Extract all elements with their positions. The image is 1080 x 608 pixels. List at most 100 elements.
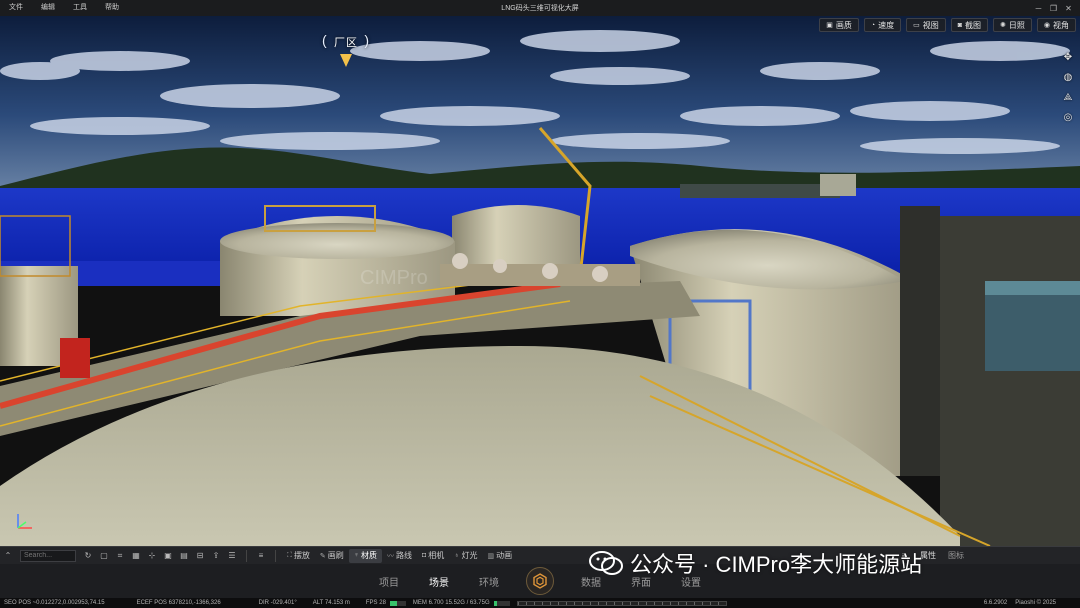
memory-meter	[493, 600, 510, 606]
seo-position: SEO POS ~0.012272,0.002953,74.15	[4, 600, 105, 606]
cube-logo-icon	[533, 573, 547, 589]
svg-text:CIMPro: CIMPro	[360, 267, 428, 289]
version-label: 6.6.2902	[983, 600, 1008, 606]
camera-angle-button[interactable]: ◉ 视角	[1036, 18, 1076, 32]
tab-animation[interactable]: ▥ 动画	[483, 549, 518, 563]
divider	[246, 549, 247, 562]
zone-label[interactable]: 厂区	[322, 32, 370, 50]
camera-angle-label: 视角	[1053, 20, 1069, 30]
tab-place-label: 摆放	[293, 551, 310, 560]
screenshot-label: 截图	[965, 20, 982, 30]
ecef-position: ECEF POS 6378210,-1366,326	[136, 600, 221, 606]
window-title: LNG码头三维可视化大屏	[501, 5, 579, 12]
animation-icon: ▥	[487, 552, 495, 560]
menu-help[interactable]: 帮助	[96, 0, 128, 16]
navigation-tools: ✥ ◍ ⟁ ◎	[1061, 50, 1075, 124]
view-label: 视图	[922, 20, 939, 30]
frame-icon[interactable]: ▣	[160, 547, 176, 565]
quality-button[interactable]: ▣ 画质	[819, 18, 859, 32]
speed-button[interactable]: ◔ 速度	[863, 18, 902, 32]
tab-route-label: 路线	[396, 551, 413, 560]
focus-icon[interactable]: ⌗	[112, 547, 128, 565]
snap-icon[interactable]: ⊹	[144, 547, 160, 565]
collapse-icon[interactable]: ⌃	[0, 547, 16, 565]
tab-light[interactable]: ♁ 灯光	[449, 549, 482, 563]
screenshot-icon: ◙	[957, 21, 963, 29]
timeline-scrubber[interactable]	[516, 600, 727, 606]
tab-brush[interactable]: ✎ 画刷	[315, 549, 349, 563]
export-icon[interactable]: ⇪	[208, 547, 224, 565]
pan-icon[interactable]: ⟁	[1061, 90, 1075, 104]
axis-gizmo-icon	[17, 514, 32, 529]
bottom-navigation: 项目 场景 环境 数据 界面 设置	[0, 564, 1080, 598]
speed-label: 速度	[878, 20, 895, 30]
material-icon: ♆	[353, 552, 360, 559]
status-bar: SEO POS ~0.012272,0.002953,74.15 ECEF PO…	[0, 598, 1080, 608]
align-icon[interactable]: ⊟	[192, 547, 208, 565]
close-icon[interactable]: ✕	[1061, 0, 1076, 16]
panel-menu-icon[interactable]: ≡	[896, 547, 912, 565]
menu-icon[interactable]: ≡	[253, 547, 269, 565]
window-controls: ─ ❐ ✕	[1031, 0, 1076, 16]
view-toolbar: ▣ 画质 ◔ 速度 ▭ 视图 ◙ 截图 ✺ 日照 ◉ 视角	[819, 18, 1076, 32]
location-pin-icon[interactable]	[340, 54, 352, 67]
tab-material[interactable]: ♆ 材质	[348, 548, 383, 563]
memory-meter-fill	[493, 600, 498, 606]
tab-camera[interactable]: ◘ 相机	[417, 549, 449, 563]
image-icon: ▣	[826, 22, 833, 29]
refresh-icon[interactable]: ↻	[80, 547, 96, 565]
eye-icon: ◉	[1043, 22, 1050, 29]
speed-icon: ◔	[870, 21, 876, 29]
grid-icon[interactable]: ▦	[128, 547, 144, 565]
camera-icon: ◘	[422, 552, 427, 559]
sunlight-label: 日照	[1008, 20, 1025, 30]
fps-readout: FPS 28	[365, 600, 386, 606]
nav-project[interactable]: 项目	[364, 574, 414, 589]
direction-readout: DIR -029.401°	[258, 600, 297, 606]
select-icon[interactable]: ▢	[96, 547, 112, 565]
nav-environment[interactable]: 环境	[464, 574, 514, 589]
menu-tools[interactable]: 工具	[64, 0, 96, 16]
fps-meter-fill	[389, 600, 398, 606]
panel-tabs: ≡ 属性 图标	[896, 547, 968, 565]
scene-render: CIMPro	[0, 16, 1080, 546]
move-icon[interactable]: ✥	[1061, 50, 1075, 64]
view-button[interactable]: ▭ 视图	[906, 18, 946, 32]
menu-bar: 文件 编辑 工具 帮助 LNG码头三维可视化大屏 ─ ❐ ✕	[0, 0, 1080, 16]
home-button[interactable]	[526, 567, 554, 595]
tab-brush-label: 画刷	[327, 551, 344, 560]
nav-settings[interactable]: 设置	[666, 574, 716, 589]
tab-place[interactable]: ⛶ 摆放	[282, 549, 315, 563]
memory-readout: MEM 6.700 15.52G / 63.75G	[412, 600, 490, 606]
nav-data[interactable]: 数据	[566, 574, 616, 589]
tab-animation-label: 动画	[496, 551, 513, 560]
tab-light-label: 灯光	[461, 551, 478, 560]
restore-icon[interactable]: ❐	[1046, 0, 1061, 16]
quality-label: 画质	[835, 20, 852, 30]
menu-file[interactable]: 文件	[0, 0, 32, 16]
screenshot-button[interactable]: ◙ 截图	[950, 18, 989, 32]
search-input[interactable]	[20, 549, 76, 562]
fps-meter	[389, 600, 406, 606]
minimize-icon[interactable]: ─	[1031, 0, 1046, 16]
altitude-readout: ALT 74.153 m	[312, 600, 350, 606]
light-icon: ♁	[454, 552, 460, 559]
3d-viewport[interactable]: CIMPro 厂区 ▣画质 ◔速度 ▭视图 ◙截图 ✺日照 ◉视角 ✥ ◍ ⟁ …	[0, 16, 1080, 546]
nav-interface[interactable]: 界面	[616, 574, 666, 589]
nav-scene[interactable]: 场景	[414, 574, 464, 589]
tab-route[interactable]: 〰路线	[382, 549, 417, 563]
divider	[275, 549, 276, 562]
route-icon: 〰	[387, 552, 395, 560]
orbit-icon[interactable]: ◍	[1061, 70, 1075, 84]
tab-camera-label: 相机	[428, 551, 445, 560]
tab-properties[interactable]: 属性	[916, 550, 940, 561]
sun-icon: ✺	[1000, 22, 1006, 29]
place-icon: ⛶	[287, 551, 292, 559]
tab-material-label: 材质	[361, 551, 378, 560]
menu-edit[interactable]: 编辑	[32, 0, 64, 16]
layers-icon[interactable]: ▤	[176, 547, 192, 565]
tab-icons[interactable]: 图标	[944, 550, 968, 561]
list-icon[interactable]: ☰	[224, 547, 240, 565]
globe-icon[interactable]: ◎	[1061, 110, 1075, 124]
sunlight-button[interactable]: ✺ 日照	[993, 18, 1032, 32]
